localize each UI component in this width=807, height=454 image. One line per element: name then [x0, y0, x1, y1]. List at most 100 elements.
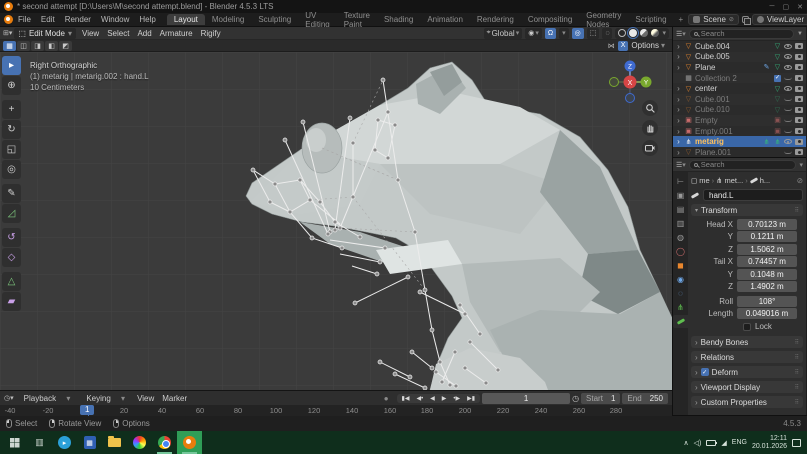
viewport-display-panel-header[interactable]: ›Viewport Display⠿ [691, 381, 803, 393]
tool-scale[interactable]: ◱ [2, 140, 21, 159]
tray-expand-icon[interactable]: ∧ [684, 439, 689, 447]
menu-view-timeline[interactable]: View [133, 394, 158, 403]
outliner-item-cube005[interactable]: › ▽ Cube.005 ▽ [673, 52, 806, 63]
taskbar-chrome[interactable] [152, 431, 177, 454]
breadcrumb-bone[interactable]: h... [760, 176, 770, 185]
network-icon[interactable]: ◢ [721, 439, 726, 447]
hide-eye-icon[interactable] [784, 77, 792, 80]
panel-options-icon[interactable]: ⠿ [795, 207, 799, 214]
lock-checkbox[interactable] [743, 323, 751, 331]
tab-compositing[interactable]: Compositing [521, 14, 579, 25]
tab-object-icon[interactable]: ◼ [673, 259, 688, 272]
tab-scripting[interactable]: Scripting [628, 14, 673, 25]
frame-start-field[interactable]: Start1 [581, 393, 620, 404]
jump-to-start-button[interactable]: ▮◀ [399, 394, 413, 403]
hide-eye-icon[interactable] [784, 86, 792, 91]
tab-sculpting[interactable]: Sculpting [251, 14, 298, 25]
tab-scene-icon[interactable]: ◍ [673, 231, 688, 244]
blender-menu-icon[interactable] [4, 15, 13, 24]
hide-eye-icon[interactable] [784, 119, 792, 122]
disable-render-icon[interactable] [795, 107, 803, 113]
solid-shading-icon[interactable] [629, 29, 637, 37]
head-x-field[interactable]: 0.70123 m [737, 219, 797, 230]
outliner-item-plane001[interactable]: › ▽ Plane.001 [673, 147, 806, 158]
outliner-item-cube004[interactable]: › ▽ Cube.004 ▽ [673, 41, 806, 52]
tool-roll[interactable]: ↺ [2, 228, 21, 247]
options-dropdown[interactable]: Options ▾ [631, 41, 665, 50]
tab-shading[interactable]: Shading [377, 14, 420, 25]
editor-type-icon[interactable]: ⊞▾ [3, 29, 12, 37]
snap-settings-dropdown[interactable]: ▾ [559, 28, 569, 39]
menu-select[interactable]: Select [103, 29, 133, 38]
tail-y-field[interactable]: 0.1048 m [737, 269, 797, 280]
outliner-item-metarig[interactable]: › ⋔ metarig ⋔ ⋔ [673, 136, 806, 147]
collection-checkbox[interactable]: ✓ [774, 75, 781, 82]
snap-toggle[interactable]: Ω [545, 28, 556, 39]
outliner-item-center[interactable]: › ▽ center ▽ [673, 83, 806, 94]
taskbar-calculator[interactable]: ▦ [77, 431, 102, 454]
select-mode-subtract-icon[interactable]: ◨ [31, 41, 44, 51]
tab-constraints-icon[interactable]: ◌ [673, 287, 688, 300]
expand-icon[interactable]: › [675, 137, 682, 146]
mode-selector[interactable]: ⬚ Edit Mode ▾ [14, 28, 76, 39]
disable-render-icon[interactable] [795, 64, 803, 70]
expand-icon[interactable]: › [675, 127, 682, 136]
expand-icon[interactable]: › [675, 52, 682, 61]
head-y-field[interactable]: 0.1211 m [737, 231, 797, 242]
expand-icon[interactable]: › [675, 42, 682, 51]
tab-layout[interactable]: Layout [167, 14, 205, 25]
bone-name-field[interactable]: hand.L [703, 189, 803, 201]
pan-hand-icon[interactable] [642, 120, 658, 136]
tool-bone-envelope[interactable]: ◇ [2, 248, 21, 267]
menu-keying[interactable]: Keying ▾ [78, 394, 133, 403]
menu-window[interactable]: Window [96, 15, 134, 24]
tab-rendering[interactable]: Rendering [470, 14, 521, 25]
start-button[interactable] [2, 431, 27, 454]
overlays-dropdown[interactable]: ◌ [602, 28, 612, 39]
tab-bone-icon[interactable] [673, 315, 688, 328]
menu-view[interactable]: View [78, 29, 103, 38]
expand-icon[interactable]: › [675, 95, 682, 104]
pivot-point-selector[interactable]: ◉▾ [525, 28, 542, 39]
disable-render-icon[interactable] [795, 86, 803, 92]
notification-center-icon[interactable] [792, 439, 801, 447]
frame-end-field[interactable]: End250 [622, 393, 668, 404]
select-mode-intersect-icon[interactable]: ◩ [59, 41, 72, 51]
custom-properties-panel-header[interactable]: ›Custom Properties⠿ [691, 396, 803, 408]
properties-options-icon[interactable]: ▾ [799, 161, 803, 169]
outliner-item-plane[interactable]: › ▽ Plane ✎ ▽ [673, 62, 806, 73]
hide-eye-icon[interactable] [784, 139, 792, 144]
menu-add[interactable]: Add [133, 29, 155, 38]
tool-annotate[interactable]: ✎ [2, 184, 21, 203]
expand-icon[interactable]: › [675, 116, 682, 125]
outliner-item-cube001[interactable]: › ▽ Cube.001 ▽ [673, 94, 806, 105]
scene-selector[interactable]: Scene ⊘ [688, 14, 739, 25]
current-frame-badge[interactable]: 1 [80, 405, 94, 415]
head-z-field[interactable]: 1.5062 m [737, 244, 797, 255]
expand-icon[interactable]: › [675, 84, 682, 93]
disable-render-icon[interactable] [795, 128, 803, 134]
disable-render-icon[interactable] [795, 149, 803, 155]
timeline-editor-type-icon[interactable]: ◷▾ [4, 394, 14, 402]
tool-extrude[interactable]: △ [2, 272, 21, 291]
tool-measure[interactable]: ◿ [2, 204, 21, 223]
proportional-edit-toggle[interactable]: ◎ [572, 28, 584, 39]
volume-icon[interactable]: ◁) [694, 439, 702, 447]
jump-to-end-button[interactable]: ▶▮ [464, 394, 478, 403]
tab-render-icon[interactable]: ▣ [673, 189, 688, 202]
taskbar-blender[interactable] [177, 431, 202, 454]
tab-output-icon[interactable]: ▤ [673, 203, 688, 216]
tail-x-field[interactable]: 0.74457 m [737, 256, 797, 267]
menu-playback[interactable]: Playback ▾ [16, 394, 79, 403]
hide-eye-icon[interactable] [784, 65, 792, 70]
tail-z-field[interactable]: 1.4902 m [737, 281, 797, 292]
add-workspace-button[interactable]: + [674, 15, 689, 24]
stopwatch-icon[interactable]: ◷ [572, 394, 579, 403]
breadcrumb-armature[interactable]: met... [724, 176, 743, 185]
hide-eye-icon[interactable] [784, 98, 792, 101]
outliner-item-collection2[interactable]: ▦ Collection 2 ✓ [673, 73, 806, 84]
properties-search-input[interactable]: Search [689, 160, 797, 170]
outliner-display-mode-icon[interactable]: ☰▾ [676, 30, 686, 38]
menu-marker[interactable]: Marker [158, 394, 191, 403]
auto-key-record-icon[interactable]: ● [384, 394, 389, 403]
